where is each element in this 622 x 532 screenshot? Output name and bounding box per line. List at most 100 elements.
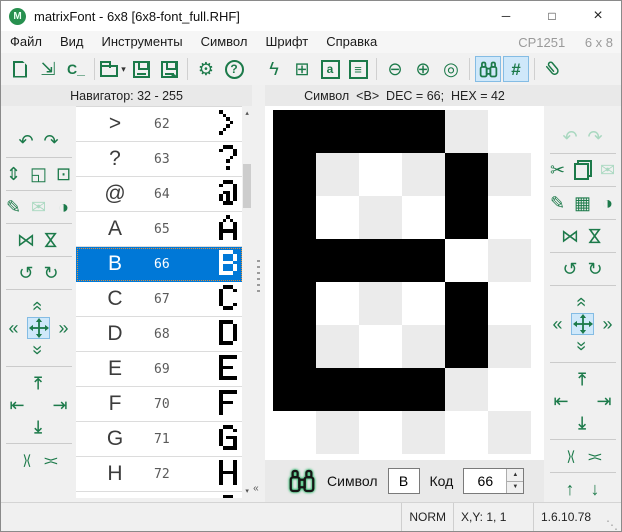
zoom-reset-button[interactable]: ◎ — [438, 56, 464, 82]
splitter-collapse-icon[interactable]: « — [253, 483, 259, 494]
cut-button[interactable]: ✂ — [546, 159, 569, 181]
pixel-cell[interactable] — [445, 368, 488, 411]
pixel-cell[interactable] — [488, 239, 531, 282]
pixel-cell[interactable] — [488, 196, 531, 239]
pixel-cell[interactable] — [445, 110, 488, 153]
pixel-cell[interactable] — [488, 153, 531, 196]
rotate-cw-button[interactable]: ↻ — [584, 258, 607, 280]
pixel-cell[interactable] — [445, 325, 488, 368]
flip-vertical-button[interactable]: ⋈ — [584, 225, 607, 247]
pixel-cell[interactable] — [402, 411, 445, 454]
align-bottom-button[interactable]: ⇥ — [27, 416, 50, 438]
shift-left-button[interactable]: « — [546, 313, 569, 335]
rotate-ccw-button[interactable]: ↺ — [15, 262, 38, 284]
menu-item-help[interactable]: Справка — [317, 34, 386, 49]
scroll-up-icon[interactable]: ▴ — [242, 106, 252, 120]
pixel-cell[interactable] — [402, 282, 445, 325]
pixel-cell[interactable] — [273, 368, 316, 411]
symbol-input[interactable] — [388, 468, 420, 494]
pixel-cell[interactable] — [445, 196, 488, 239]
char-row[interactable]: @64 — [76, 177, 243, 212]
new-from-code-button[interactable]: C_ — [63, 56, 89, 82]
pixel-cell[interactable] — [359, 368, 402, 411]
move-button[interactable] — [571, 313, 594, 335]
invert-button[interactable]: ◑ — [52, 196, 75, 218]
shift-right-button[interactable]: » — [52, 317, 75, 339]
pixel-cell[interactable] — [402, 196, 445, 239]
code-decrement-button[interactable]: ▼ — [507, 482, 523, 494]
redo-button[interactable]: ↷ — [584, 126, 607, 148]
char-row[interactable]: F70 — [76, 387, 243, 422]
next-char-button[interactable]: ↓ — [584, 478, 607, 500]
paste-button[interactable]: ✉ — [596, 159, 619, 181]
minimize-button[interactable]: ─ — [483, 1, 529, 31]
pixel-cell[interactable] — [359, 196, 402, 239]
resize-grip[interactable]: ⋱ — [606, 519, 618, 531]
scrollbar-thumb[interactable] — [243, 164, 251, 208]
copy-button[interactable] — [571, 159, 594, 181]
rotate-cw-button[interactable]: ↻ — [40, 262, 63, 284]
pixel-cell[interactable] — [316, 282, 359, 325]
attachment-button[interactable] — [540, 56, 566, 82]
shift-up-button[interactable]: « — [571, 291, 594, 313]
pixel-cell[interactable] — [402, 368, 445, 411]
pixel-cell[interactable] — [316, 239, 359, 282]
pixel-cell[interactable] — [488, 325, 531, 368]
align-bottom-button[interactable]: ⇥ — [571, 412, 594, 434]
center-horizontal-button[interactable]: ⟩⟨ — [15, 449, 38, 471]
maximize-button[interactable]: □ — [529, 1, 575, 31]
move-button[interactable] — [27, 317, 50, 339]
shift-up-button[interactable]: « — [27, 295, 50, 317]
grid-toggle-button[interactable]: # — [503, 56, 529, 82]
pixel-cell[interactable] — [445, 153, 488, 196]
import-image-button[interactable]: ▦ — [571, 192, 594, 214]
flip-horizontal-button[interactable]: ⋈ — [559, 225, 582, 247]
pixel-cell[interactable] — [273, 196, 316, 239]
redo-button[interactable]: ↷ — [40, 130, 63, 152]
undo-button[interactable]: ↶ — [559, 126, 582, 148]
pixel-cell[interactable] — [445, 411, 488, 454]
pixel-cell[interactable] — [402, 110, 445, 153]
help-button[interactable]: ? — [221, 56, 247, 82]
char-row[interactable]: D68 — [76, 317, 243, 352]
shift-right-button[interactable]: » — [596, 313, 619, 335]
pixel-cell[interactable] — [316, 196, 359, 239]
save-font-as-button[interactable]: ▸ — [156, 56, 182, 82]
open-font-button[interactable]: ▾ — [100, 56, 126, 82]
flip-vertical-button[interactable]: ⋈ — [40, 229, 63, 251]
panel-splitter[interactable]: « — [252, 85, 265, 502]
pixel-cell[interactable] — [359, 411, 402, 454]
close-button[interactable]: × — [575, 1, 621, 31]
pixel-cell[interactable] — [359, 153, 402, 196]
pixel-cell[interactable] — [316, 153, 359, 196]
char-row[interactable]: ?63 — [76, 142, 243, 177]
pixel-cell[interactable] — [316, 368, 359, 411]
char-row[interactable]: G71 — [76, 422, 243, 457]
pixel-cell[interactable] — [273, 110, 316, 153]
pixel-cell[interactable] — [273, 325, 316, 368]
pixel-cell[interactable] — [359, 282, 402, 325]
align-top-button[interactable]: ⇤ — [27, 372, 50, 394]
char-row[interactable]: B66 — [76, 247, 243, 282]
center-vertical-button[interactable]: ⟩⟨ — [584, 445, 607, 467]
save-font-button[interactable] — [128, 56, 154, 82]
pixel-cell[interactable] — [488, 282, 531, 325]
import-font-button[interactable]: ⇲ — [35, 56, 61, 82]
pixel-cell[interactable] — [316, 110, 359, 153]
align-left-button[interactable]: ⇤ — [550, 390, 573, 412]
pixel-cell[interactable] — [273, 411, 316, 454]
previous-char-button[interactable]: ↑ — [559, 478, 582, 500]
char-row[interactable]: >62 — [76, 107, 243, 142]
paste-button[interactable]: ✉ — [27, 196, 50, 218]
font-properties-button[interactable]: ≡ — [345, 56, 371, 82]
flip-horizontal-button[interactable]: ⋈ — [15, 229, 38, 251]
pixel-cell[interactable] — [316, 411, 359, 454]
invert-button[interactable]: ◑ — [596, 192, 619, 214]
pixel-cell[interactable] — [488, 368, 531, 411]
char-height-button[interactable]: ⇕ — [2, 163, 25, 185]
pixel-cell[interactable] — [359, 325, 402, 368]
menu-item-view[interactable]: Вид — [51, 34, 93, 49]
optimize-button[interactable]: ϟ — [261, 56, 287, 82]
char-row[interactable]: C67 — [76, 282, 243, 317]
menu-item-tools[interactable]: Инструменты — [93, 34, 192, 49]
